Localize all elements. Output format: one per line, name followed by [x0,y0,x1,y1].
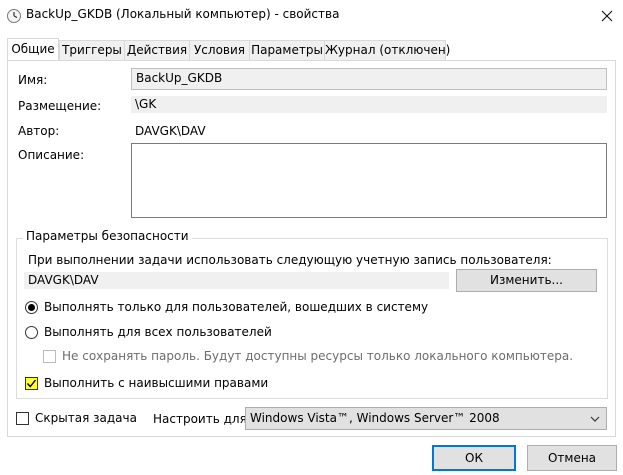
close-button[interactable] [590,0,623,31]
name-field[interactable]: BackUp_GKDB [131,68,607,90]
chevron-down-icon [590,416,600,422]
checkmark-icon [26,379,37,388]
configure-for-value: Windows Vista™, Windows Server™ 2008 [250,411,500,425]
author-label: Автор: [18,124,60,138]
tab-settings[interactable]: Параметры [249,40,325,60]
close-icon [601,10,612,21]
author-value: DAVGK\DAV [135,124,206,138]
ok-button[interactable]: ОК [432,445,516,471]
title-bar: BackUp_GKDB (Локальный компьютер) - свой… [0,0,623,31]
highest-privileges-label: Выполнить с наивысшими правами [44,376,269,390]
account-prompt: При выполнении задачи использовать следу… [28,253,552,267]
tab-strip: Общие Триггеры Действия Условия Параметр… [7,38,450,61]
no-store-password-checkbox[interactable] [43,350,56,363]
hidden-task-checkbox[interactable] [16,412,29,425]
radio-all-users[interactable] [25,326,38,339]
location-label: Размещение: [18,99,102,113]
no-store-password-label: Не сохранять пароль. Будут доступны ресу… [62,349,574,363]
cancel-button[interactable]: Отмена [527,445,617,471]
clock-icon [6,8,22,24]
security-legend: Параметры безопасности [23,229,192,243]
configure-for-select[interactable]: Windows Vista™, Windows Server™ 2008 [245,407,607,430]
tab-triggers[interactable]: Триггеры [59,40,125,60]
change-user-button[interactable]: Изменить... [456,269,597,292]
window-title: BackUp_GKDB (Локальный компьютер) - свой… [26,7,340,21]
radio-logged-on-label: Выполнять только для пользователей, воше… [44,300,429,314]
radio-logged-on-only[interactable] [25,301,38,314]
description-label: Описание: [18,148,85,162]
configure-for-label: Настроить для: [153,412,251,426]
location-value: \GK [131,96,607,113]
hidden-task-label: Скрытая задача [35,411,137,425]
radio-all-users-label: Выполнять для всех пользователей [44,325,272,339]
name-label: Имя: [18,73,48,87]
tab-history[interactable]: Журнал (отключен) [324,40,450,60]
tab-general[interactable]: Общие [7,38,59,60]
tab-actions[interactable]: Действия [124,40,190,60]
tab-conditions[interactable]: Условия [189,40,250,60]
highest-privileges-checkbox[interactable] [25,377,38,390]
description-input[interactable] [131,143,607,218]
account-value: DAVGK\DAV [24,272,449,289]
